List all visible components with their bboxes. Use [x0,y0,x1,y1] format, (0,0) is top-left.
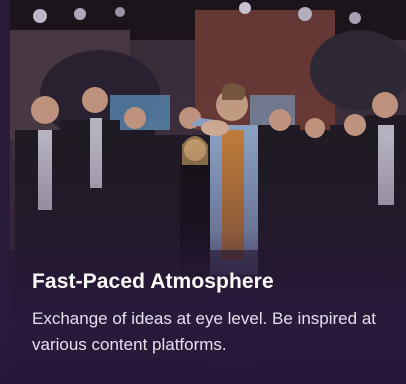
card-title: Fast-Paced Atmosphere [32,270,274,293]
card-description: Exchange of ideas at eye level. Be inspi… [32,309,376,354]
card-content: Fast-Paced Atmosphere Exchange of ideas … [32,268,390,358]
feature-card: Fast-Paced Atmosphere Exchange of ideas … [0,0,406,384]
